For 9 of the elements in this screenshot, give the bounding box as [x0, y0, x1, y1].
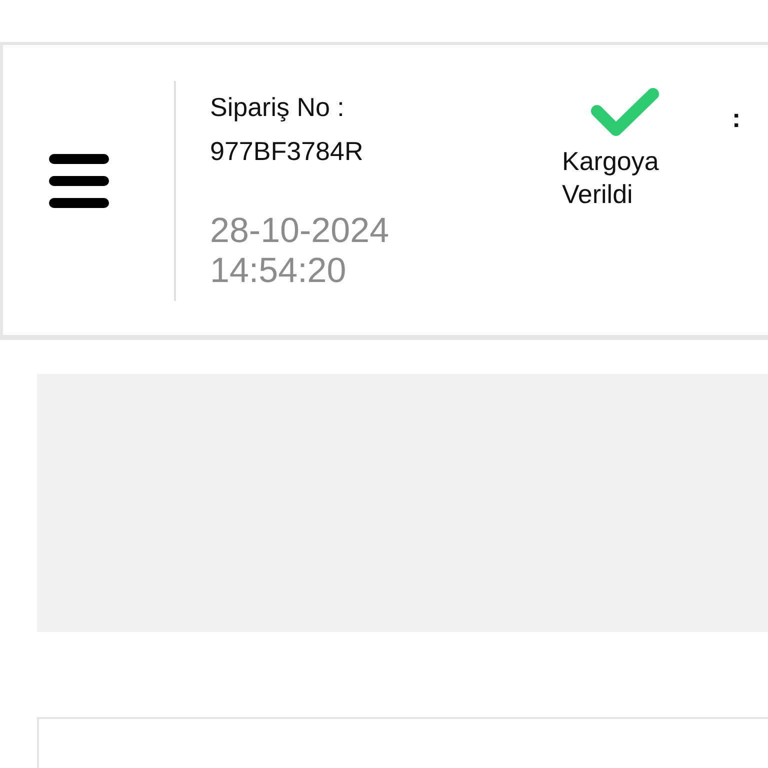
order-label: Sipariş No : [210, 91, 346, 124]
column-text: : [732, 103, 741, 134]
menu-icon [48, 153, 110, 209]
order-number: 977BF3784R [210, 135, 364, 168]
check-icon [590, 87, 660, 139]
order-date: 28-10-2024 [210, 211, 390, 251]
menu-button[interactable] [48, 153, 110, 209]
order-time: 14:54:20 [210, 251, 348, 291]
status-label: Kargoya Verildi [562, 145, 660, 211]
